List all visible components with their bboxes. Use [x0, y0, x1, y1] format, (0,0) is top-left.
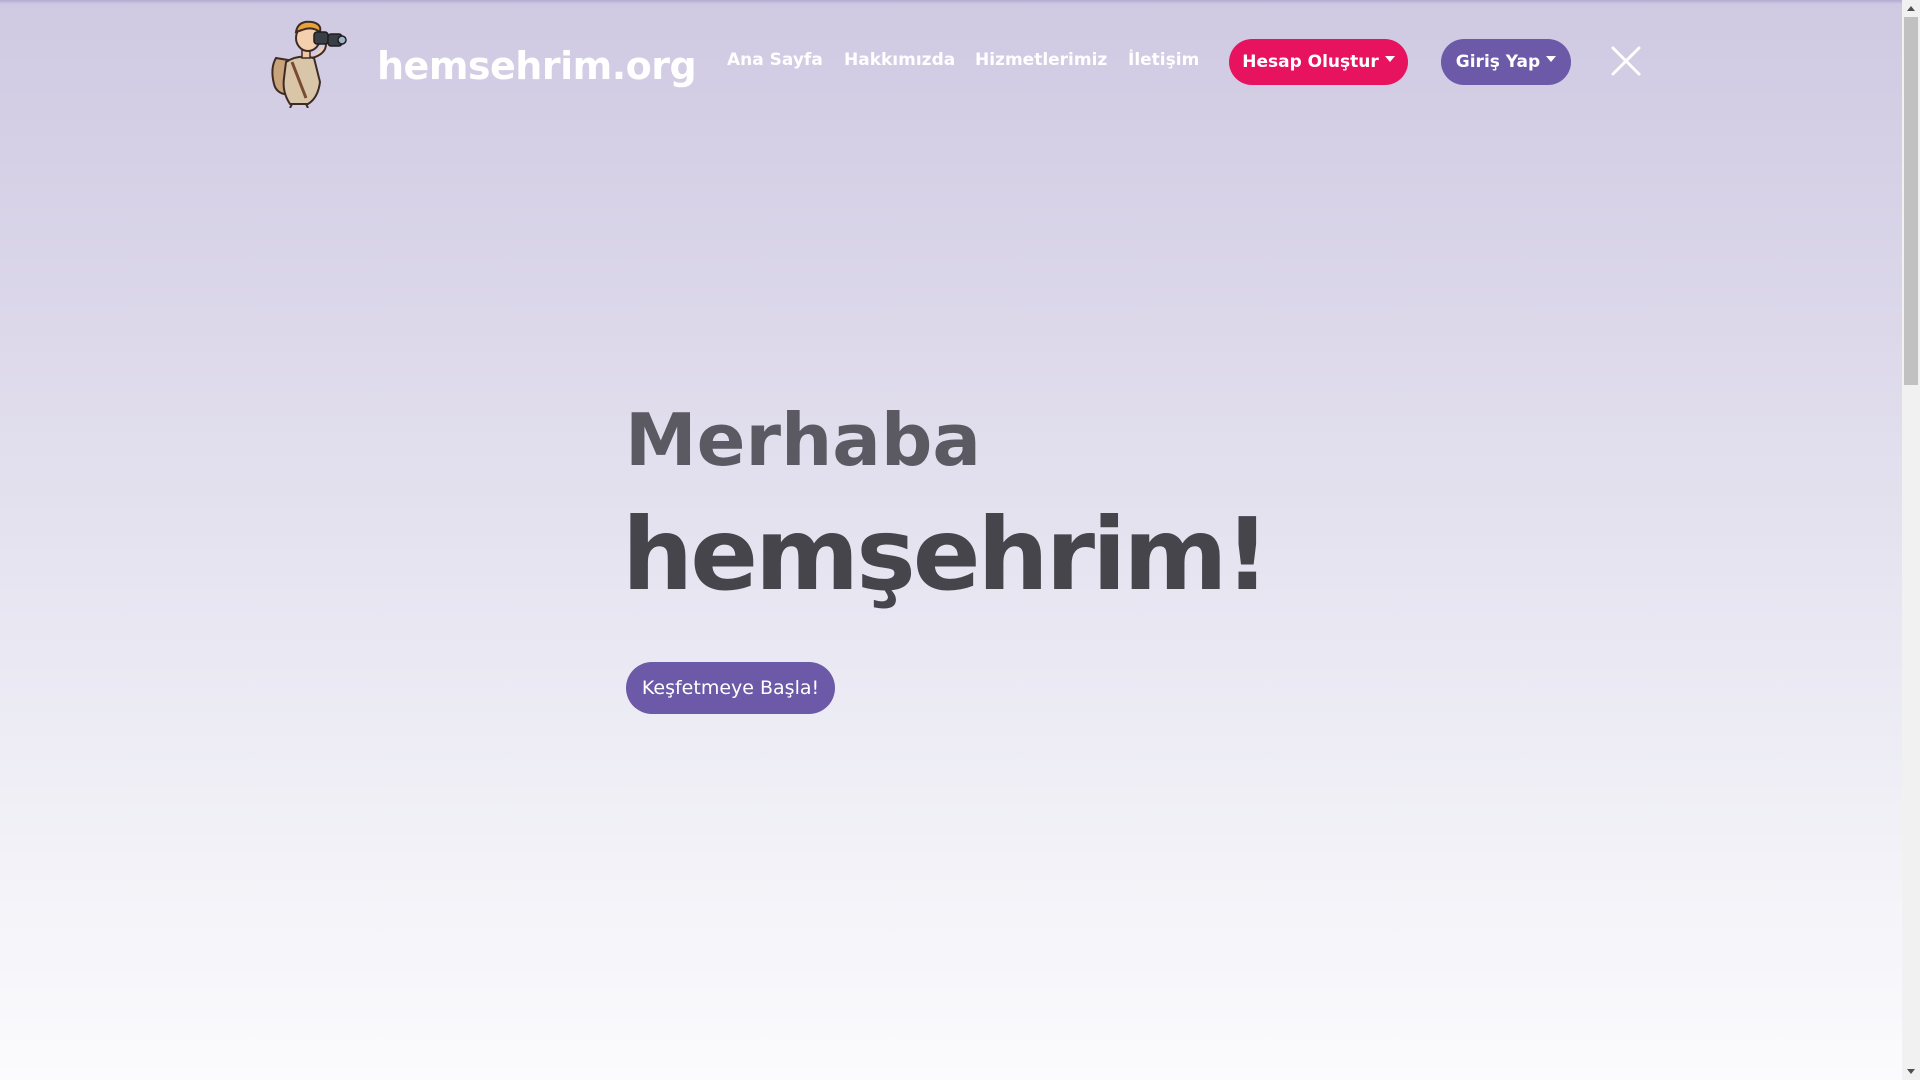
- caret-down-icon: [1384, 56, 1395, 62]
- nav-link-iletisim[interactable]: İletişim: [1128, 50, 1199, 70]
- binoculars-explorer-mascot-icon[interactable]: [268, 18, 348, 108]
- brand-name[interactable]: hemsehrim.org: [377, 40, 697, 92]
- hero-headline: hemşehrim!: [622, 496, 1270, 613]
- scrollbar-thumb[interactable]: [1904, 17, 1918, 385]
- top-shadow-strip: [0, 0, 1902, 4]
- nav-link-hizmetlerimiz[interactable]: Hizmetlerimiz: [975, 50, 1107, 70]
- vertical-scrollbar[interactable]: [1902, 0, 1920, 1080]
- close-icon[interactable]: [1609, 44, 1643, 78]
- hero-greeting: Merhaba: [625, 398, 981, 482]
- signup-button-label: Hesap Oluştur: [1242, 52, 1379, 72]
- caret-down-icon: [1546, 56, 1557, 62]
- start-exploring-button[interactable]: Keşfetmeye Başla!: [626, 662, 835, 714]
- login-dropdown-button[interactable]: Giriş Yap: [1441, 39, 1571, 85]
- nav-link-ana-sayfa[interactable]: Ana Sayfa: [727, 50, 823, 70]
- scroll-up-arrow-icon[interactable]: [1902, 0, 1920, 17]
- nav-link-hakkimizda[interactable]: Hakkımızda: [844, 50, 955, 70]
- scroll-down-arrow-icon[interactable]: [1902, 1063, 1920, 1080]
- login-button-label: Giriş Yap: [1455, 52, 1541, 72]
- signup-dropdown-button[interactable]: Hesap Oluştur: [1229, 39, 1408, 85]
- page-background: hemsehrim.org Ana Sayfa Hakkımızda Hizme…: [0, 0, 1902, 1080]
